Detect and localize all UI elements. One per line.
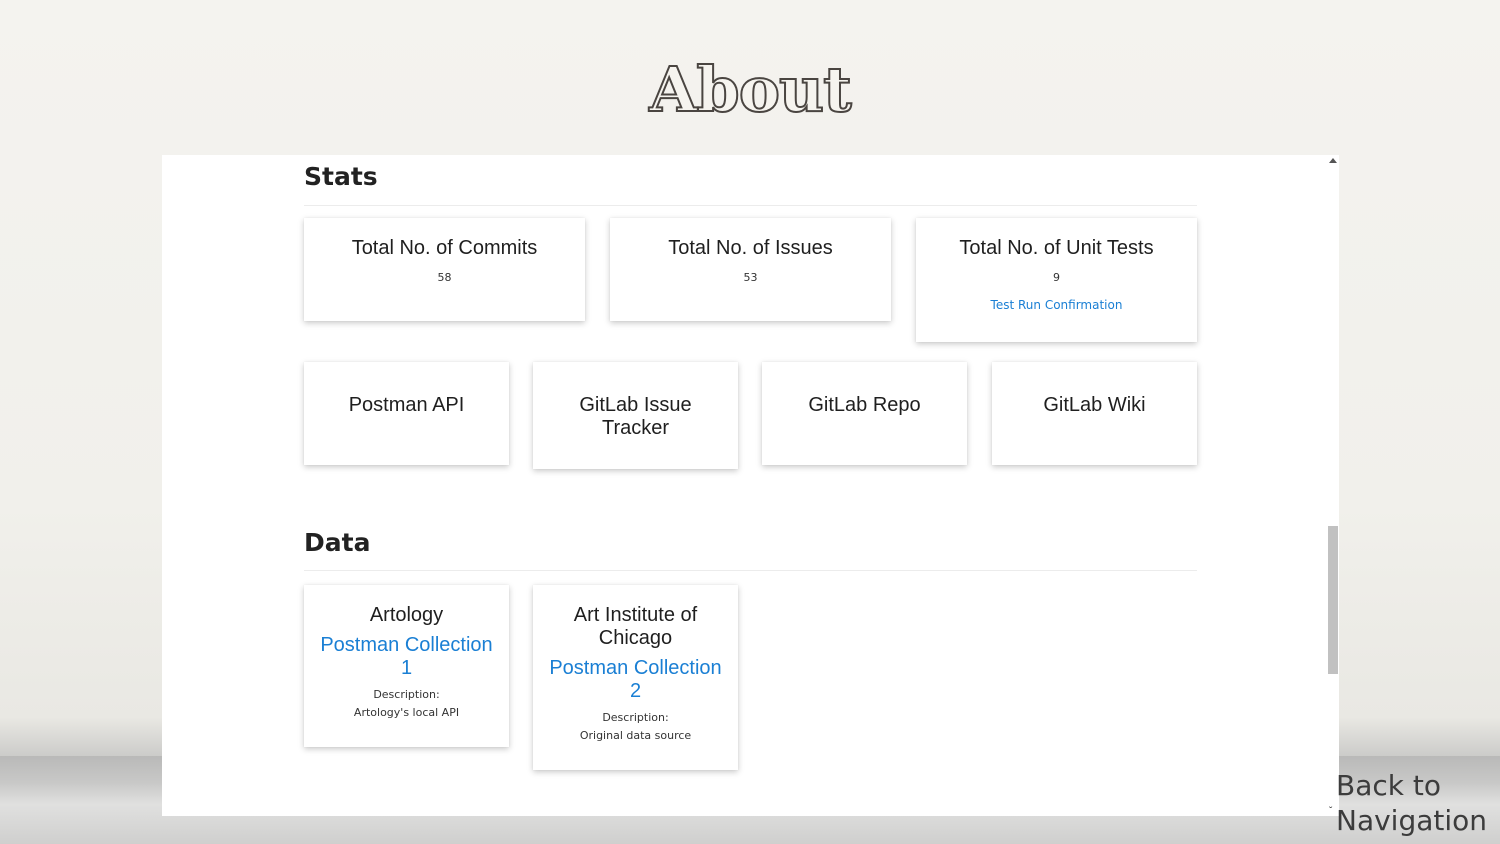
commits-card: Total No. of Commits 58 xyxy=(304,218,585,321)
data-heading: Data xyxy=(304,528,371,557)
art-institute-description-label: Description: xyxy=(602,711,669,724)
artology-description-text: Artology's local API xyxy=(353,706,460,719)
postman-api-card[interactable]: Postman API xyxy=(304,362,509,465)
commits-count: 58 xyxy=(437,271,452,284)
unit-tests-card-title: Total No. of Unit Tests xyxy=(959,237,1154,259)
postman-collection-1-link[interactable]: Postman Collection 1 xyxy=(318,634,495,680)
gitlab-issue-tracker-label: GitLab Issue Tracker xyxy=(579,394,692,439)
gitlab-repo-label: GitLab Repo xyxy=(808,394,921,416)
gitlab-wiki-card[interactable]: GitLab Wiki xyxy=(992,362,1197,465)
art-institute-description-text: Original data source xyxy=(579,729,692,742)
back-to-navigation-link[interactable]: Back to Navigation xyxy=(1336,768,1500,838)
postman-api-label: Postman API xyxy=(348,394,465,416)
page-title: About xyxy=(648,52,853,127)
artology-description: Description: Artology's local API xyxy=(318,686,495,722)
vertical-scrollbar[interactable] xyxy=(1327,155,1339,816)
issues-card: Total No. of Issues 53 xyxy=(610,218,891,321)
stats-divider xyxy=(304,205,1197,206)
postman-collection-2-link[interactable]: Postman Collection 2 xyxy=(547,657,724,703)
stats-heading: Stats xyxy=(304,162,378,191)
test-run-confirmation-link[interactable]: Test Run Confirmation xyxy=(991,298,1123,312)
scroll-up-arrow-icon[interactable] xyxy=(1329,158,1337,163)
gitlab-wiki-label: GitLab Wiki xyxy=(1043,394,1146,416)
gitlab-repo-card[interactable]: GitLab Repo xyxy=(762,362,967,465)
data-divider xyxy=(304,570,1197,571)
gitlab-issue-tracker-card[interactable]: GitLab Issue Tracker xyxy=(533,362,738,469)
artology-title: Artology xyxy=(369,604,444,626)
art-institute-card: Art Institute of Chicago Postman Collect… xyxy=(533,585,738,770)
scrollbar-thumb[interactable] xyxy=(1328,526,1338,674)
about-content-frame: Stats Total No. of Commits 58 Total No. … xyxy=(162,155,1339,816)
artology-card: Artology Postman Collection 1 Descriptio… xyxy=(304,585,509,747)
commits-card-title: Total No. of Commits xyxy=(351,237,538,259)
issues-count: 53 xyxy=(743,271,758,284)
art-institute-title: Art Institute of Chicago xyxy=(573,604,698,649)
issues-card-title: Total No. of Issues xyxy=(668,237,833,259)
artology-description-label: Description: xyxy=(373,688,440,701)
unit-tests-count: 9 xyxy=(1053,271,1060,284)
nav-caret-icon: ˇ xyxy=(1329,806,1333,817)
art-institute-description: Description: Original data source xyxy=(547,709,724,745)
unit-tests-card: Total No. of Unit Tests 9 Test Run Confi… xyxy=(916,218,1197,342)
